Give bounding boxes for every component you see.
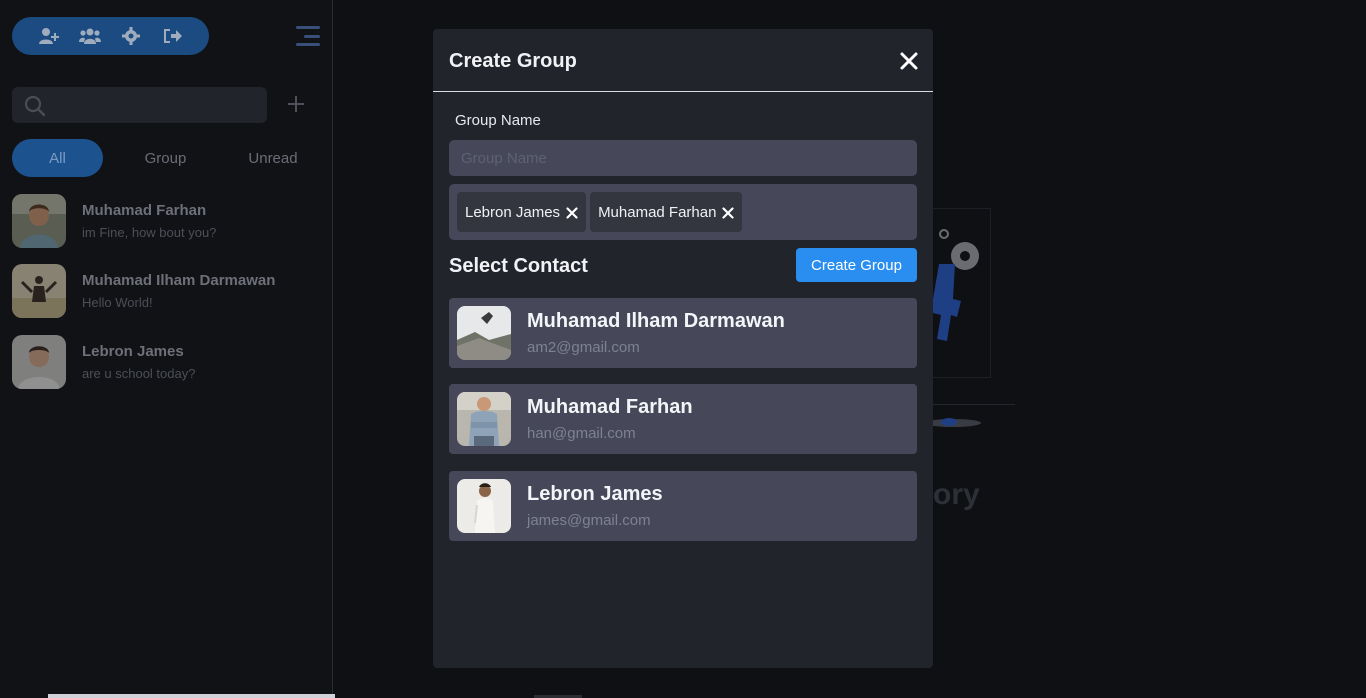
chat-list-item[interactable]: Lebron James are u school today?	[12, 334, 322, 390]
contact-item[interactable]: Muhamad Farhan han@gmail.com	[449, 384, 917, 454]
contact-name: Muhamad Ilham Darmawan	[527, 310, 785, 332]
modal-title: Create Group	[449, 50, 577, 72]
chat-last-message: im Fine, how bout you?	[82, 225, 217, 240]
tab-all[interactable]: All	[12, 139, 103, 177]
tab-unread[interactable]: Unread	[228, 139, 318, 177]
background-illustration	[933, 208, 991, 378]
background-shape-icon	[933, 418, 981, 427]
background-heading: ory	[933, 478, 980, 511]
contact-email: han@gmail.com	[527, 425, 636, 442]
avatar	[12, 335, 66, 389]
group-name-label: Group Name	[455, 112, 541, 129]
avatar	[12, 264, 66, 318]
select-contact-title: Select Contact	[449, 255, 588, 277]
avatar	[457, 392, 511, 446]
users-group-icon[interactable]	[78, 25, 101, 47]
remove-chip-icon[interactable]	[566, 206, 578, 219]
tab-group[interactable]: Group	[103, 139, 228, 177]
chat-name: Lebron James	[82, 343, 184, 360]
chat-list-item[interactable]: Muhamad Ilham Darmawan Hello World!	[12, 263, 322, 319]
logout-icon[interactable]	[161, 25, 183, 47]
group-name-input[interactable]	[449, 140, 917, 176]
contact-name: Lebron James	[527, 483, 663, 505]
member-chip-label: Muhamad Farhan	[598, 203, 717, 221]
remove-chip-icon[interactable]	[722, 206, 735, 219]
avatar	[12, 194, 66, 248]
selected-members: Lebron James Muhamad Farhan	[449, 184, 917, 240]
avatar	[457, 479, 511, 533]
contact-item[interactable]: Muhamad Ilham Darmawan am2@gmail.com	[449, 298, 917, 368]
avatar	[457, 306, 511, 360]
contact-email: james@gmail.com	[527, 512, 651, 529]
create-group-button[interactable]: Create Group	[796, 248, 917, 282]
create-group-modal: Create Group Group Name Lebron James Muh…	[433, 29, 933, 668]
modal-header: Create Group	[433, 29, 933, 92]
contact-email: am2@gmail.com	[527, 339, 640, 356]
hamburger-menu-icon[interactable]	[296, 26, 320, 46]
close-icon[interactable]	[899, 51, 919, 71]
sidebar: All Group Unread Muhamad Farhan im Fine,…	[0, 0, 333, 698]
contact-name: Muhamad Farhan	[527, 396, 693, 418]
chat-name: Muhamad Ilham Darmawan	[82, 272, 276, 289]
background-divider	[933, 404, 1015, 405]
add-user-icon[interactable]	[38, 25, 60, 47]
contact-item[interactable]: Lebron James james@gmail.com	[449, 471, 917, 541]
search-input[interactable]	[12, 87, 267, 123]
add-chat-button[interactable]	[286, 94, 306, 114]
chat-last-message: are u school today?	[82, 366, 196, 381]
chat-name: Muhamad Farhan	[82, 202, 207, 219]
sidebar-toolbar	[12, 17, 209, 55]
chat-filter-tabs: All Group Unread	[12, 139, 322, 177]
horizontal-scrollbar[interactable]	[48, 694, 335, 698]
member-chip: Muhamad Farhan	[590, 192, 743, 232]
chat-last-message: Hello World!	[82, 295, 153, 310]
member-chip: Lebron James	[457, 192, 587, 232]
gear-icon[interactable]	[120, 25, 142, 47]
search-icon	[24, 95, 46, 122]
member-chip-label: Lebron James	[465, 203, 561, 221]
chat-list-item[interactable]: Muhamad Farhan im Fine, how bout you?	[12, 193, 322, 249]
